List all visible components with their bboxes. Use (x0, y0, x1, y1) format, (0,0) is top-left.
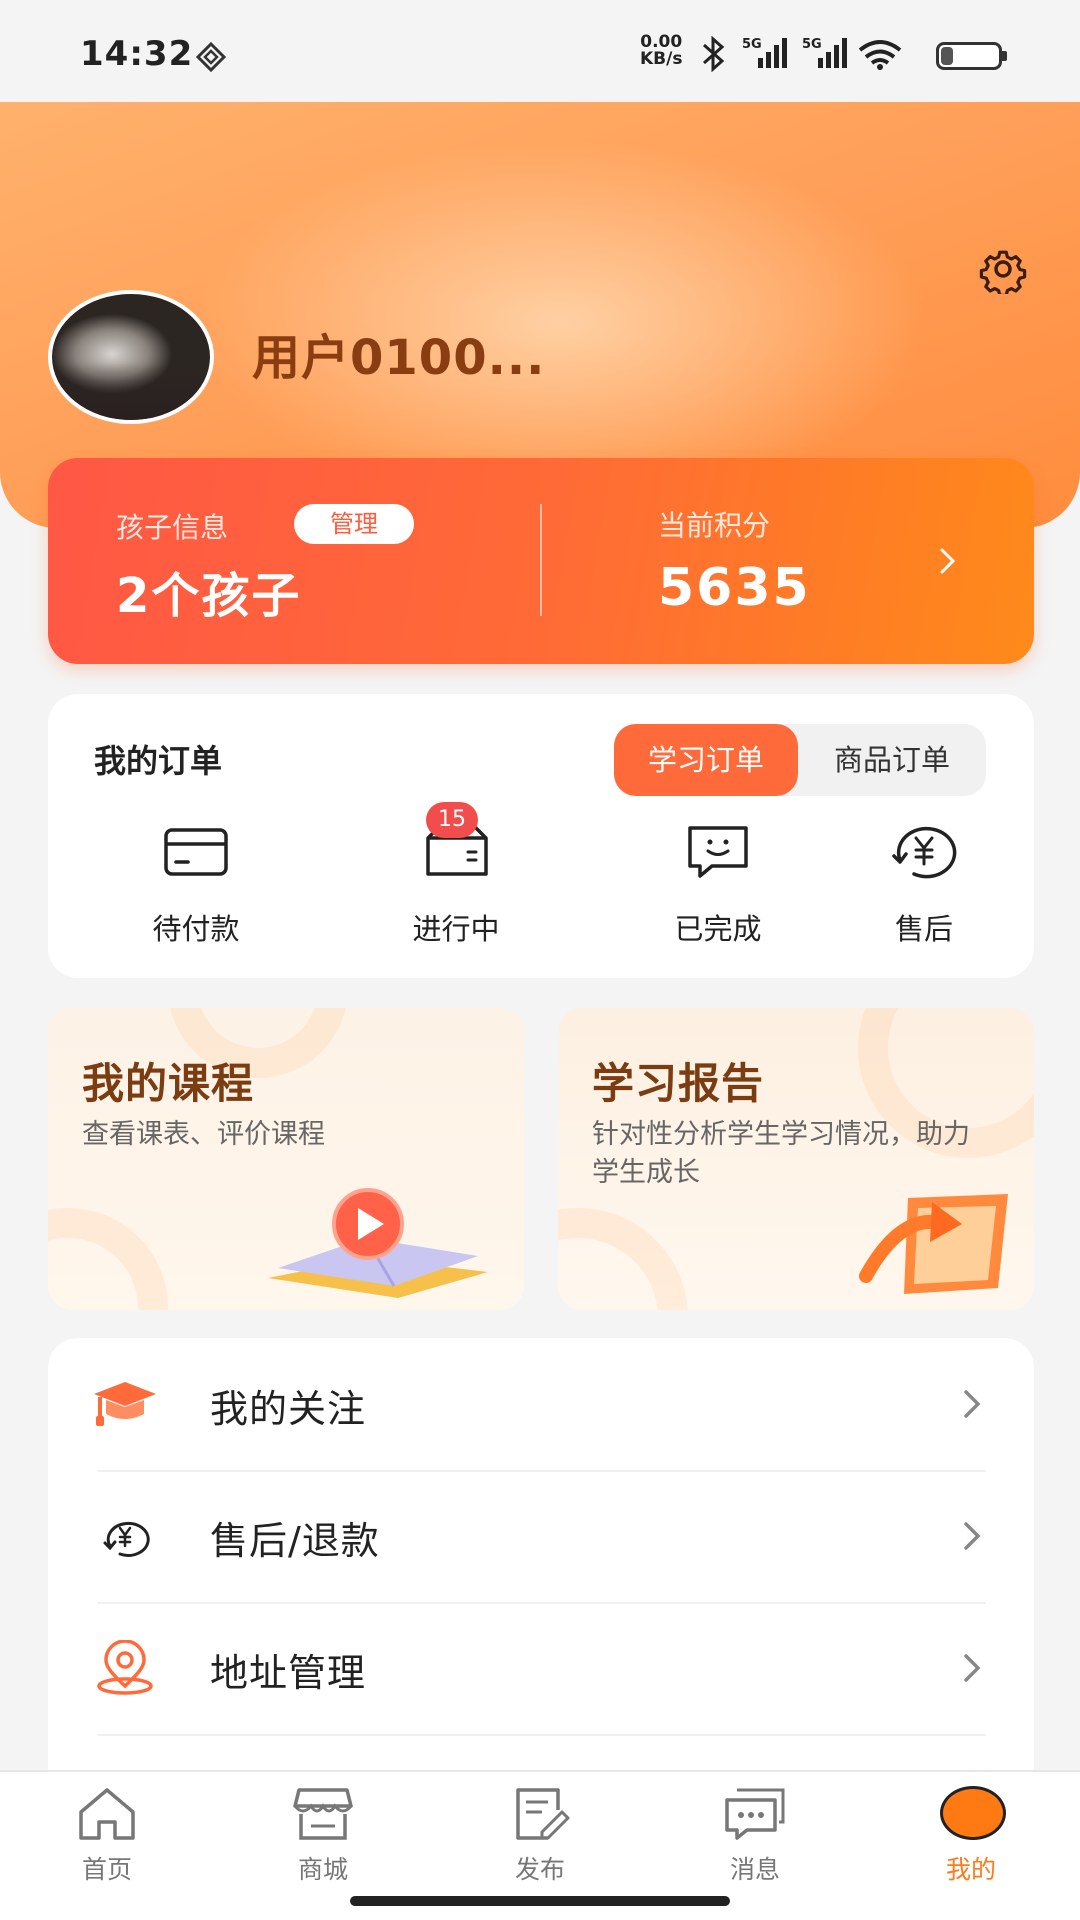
username[interactable]: 用户0100... (252, 318, 545, 388)
store-icon (293, 1788, 353, 1840)
my-courses-title: 我的课程 (82, 1059, 255, 1108)
menu-item-label: 我的关注 (210, 1387, 367, 1431)
order-after-sales[interactable]: 售后 (888, 814, 1068, 964)
menu-item-address-management[interactable]: 地址管理 (48, 1602, 1034, 1734)
profile-icon (940, 1786, 1006, 1840)
child-count: 2个孩子 (116, 568, 302, 624)
nav-store[interactable]: 商城 (258, 1784, 388, 1884)
battery-level: 21 (952, 43, 980, 67)
network-speed: 0.00 KB/s (640, 34, 682, 68)
orders-title: 我的订单 (94, 742, 223, 780)
nav-label: 消息 (729, 1855, 780, 1884)
order-after-sales-label: 售后 (894, 912, 953, 946)
signal1-label: 5G (742, 37, 762, 52)
points-label: 当前积分 (658, 509, 771, 542)
manage-children-button[interactable]: 管理 (294, 504, 414, 544)
home-indicator (350, 1896, 730, 1906)
chevron-right-icon (964, 1522, 981, 1550)
avatar-shade (52, 363, 210, 420)
decor-ring (558, 1208, 688, 1310)
nav-label: 我的 (945, 1855, 996, 1884)
message-icon (725, 1788, 785, 1840)
status-bar: 14:32 0.00 KB/s 5G 5G 21 (0, 0, 1080, 102)
my-orders-card: 我的订单 学习订单 商品订单 待付款 进行中 15 已完成 售后 (48, 694, 1034, 978)
study-report-title: 学习报告 (592, 1059, 765, 1108)
chevron-right-icon[interactable] (936, 546, 960, 576)
menu-item-label: 地址管理 (210, 1651, 367, 1695)
nav-label: 商城 (297, 1855, 348, 1884)
order-pending-payment-label: 待付款 (152, 912, 240, 946)
home-icon (79, 1788, 135, 1840)
smile-chat-icon (688, 826, 748, 878)
book-play-illustration (268, 1188, 488, 1298)
yen-refund-icon (892, 826, 957, 879)
my-courses-subtitle: 查看课表、评价课程 (82, 1119, 325, 1150)
order-completed-label: 已完成 (674, 912, 762, 946)
points-value: 5635 (658, 558, 811, 618)
wifi-icon (858, 40, 902, 70)
chevron-right-icon (964, 1390, 981, 1418)
signal2-label: 5G (802, 37, 822, 52)
edit-icon (516, 1788, 570, 1840)
menu-divider (98, 1734, 986, 1736)
tab-goods-orders[interactable]: 商品订单 (798, 724, 986, 796)
battery-icon: 21 (936, 42, 1002, 70)
order-pending-payment[interactable]: 待付款 (106, 814, 286, 964)
bluetooth-icon (703, 36, 725, 72)
menu-item-my-follows[interactable]: 我的关注 (48, 1338, 1034, 1470)
study-report-card[interactable]: 学习报告 针对性分析学生学习情况，助力学生成长 (558, 1008, 1034, 1310)
nav-label: 首页 (81, 1855, 132, 1884)
children-points-card[interactable]: 孩子信息 管理 2个孩子 当前积分 5635 (48, 458, 1034, 664)
graduation-cap-icon (94, 1382, 156, 1426)
menu-list: 我的关注 售后/退款 地址管理 (48, 1338, 1034, 1778)
nav-publish[interactable]: 发布 (475, 1784, 605, 1884)
nav-home[interactable]: 首页 (42, 1784, 172, 1884)
nav-profile[interactable]: 我的 (906, 1784, 1036, 1884)
avatar[interactable] (48, 290, 214, 424)
menu-item-label: 售后/退款 (210, 1519, 380, 1563)
nav-label: 发布 (514, 1855, 565, 1884)
my-courses-card[interactable]: 我的课程 查看课表、评价课程 (48, 1008, 524, 1310)
battery-tip (1002, 51, 1007, 61)
order-in-progress-label: 进行中 (412, 912, 500, 946)
order-completed[interactable]: 已完成 (628, 814, 808, 964)
card-icon (164, 828, 228, 876)
network-speed-unit: KB/s (640, 49, 683, 69)
order-type-tabs: 学习订单 商品订单 (614, 724, 986, 796)
settings-gear-icon[interactable] (978, 244, 1028, 294)
notification-diamond-icon (196, 42, 226, 72)
points-divider (540, 504, 542, 616)
signal-icon-1: 5G (742, 37, 787, 68)
app-screen: 14:32 0.00 KB/s 5G 5G 21 用户0100... 孩子信息 … (0, 0, 1080, 1920)
nav-messages[interactable]: 消息 (690, 1784, 820, 1884)
decor-ring (48, 1208, 168, 1310)
status-time: 14:32 (80, 34, 194, 74)
report-arrow-illustration (859, 1194, 1008, 1294)
tab-study-orders[interactable]: 学习订单 (614, 724, 798, 796)
status-icons: 5G 5G (703, 36, 902, 72)
child-info-label: 孩子信息 (116, 511, 229, 544)
yen-refund-icon (103, 1521, 150, 1557)
chevron-right-icon (964, 1654, 981, 1682)
study-report-subtitle: 针对性分析学生学习情况，助力学生成长 (592, 1119, 970, 1188)
signal-icon-2: 5G (802, 37, 847, 68)
in-progress-count-badge: 15 (426, 802, 478, 838)
location-pin-icon (97, 1640, 153, 1695)
menu-item-after-sales-refund[interactable]: 售后/退款 (48, 1470, 1034, 1602)
